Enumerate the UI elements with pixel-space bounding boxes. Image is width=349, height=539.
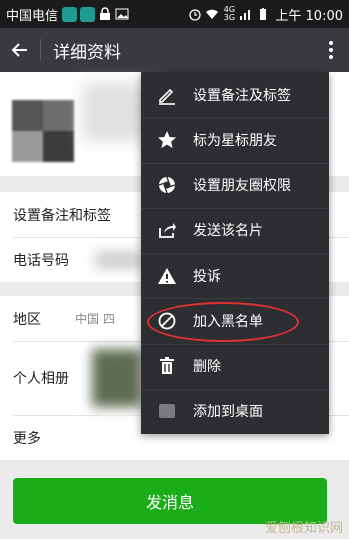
- pencil-icon: [157, 85, 177, 105]
- watermark: 爱刨根知识网: [264, 521, 343, 536]
- share-icon: [157, 220, 177, 240]
- avatar[interactable]: [12, 100, 74, 162]
- more-vertical-icon[interactable]: [327, 40, 335, 60]
- carrier-name: 中国电信: [6, 8, 59, 24]
- trash-icon: [157, 356, 177, 376]
- phone-value-blurred: [95, 251, 145, 269]
- remark-label: 设置备注和标签: [13, 207, 111, 224]
- wifi-icon: [206, 9, 219, 19]
- album-thumbnail: [92, 349, 142, 407]
- back-arrow-icon[interactable]: [0, 28, 40, 72]
- lock-icon: [100, 7, 111, 20]
- menu-item-send-card[interactable]: 发送该名片: [141, 207, 329, 253]
- region-value: 中国 四: [75, 312, 115, 326]
- menu-item-label: 标为星标朋友: [193, 132, 277, 149]
- menu-item-moments-permission[interactable]: 设置朋友圈权限: [141, 162, 329, 208]
- more-menu: 设置备注及标签 标为星标朋友 设置朋友圈权限 发送该名片 投诉 加入黑名单 删除…: [141, 72, 329, 434]
- menu-item-report[interactable]: 投诉: [141, 253, 329, 298]
- title-bar: 详细资料: [0, 28, 349, 72]
- page-title: 详细资料: [53, 42, 121, 63]
- signal-icon: [240, 10, 251, 20]
- status-bar: 中国电信 4G 3G 上午 10:00: [0, 0, 349, 28]
- desktop-icon: [157, 401, 177, 421]
- album-label: 个人相册: [13, 371, 69, 387]
- title-divider: [40, 39, 41, 61]
- highlight-ring: [147, 302, 299, 342]
- menu-item-delete[interactable]: 删除: [141, 343, 329, 389]
- menu-item-set-remark[interactable]: 设置备注及标签: [141, 72, 329, 117]
- camera-aperture-icon: [157, 175, 177, 195]
- menu-item-label: 设置朋友圈权限: [193, 178, 291, 195]
- menu-item-add-to-desktop[interactable]: 添加到桌面: [141, 388, 329, 434]
- menu-item-star-friend[interactable]: 标为星标朋友: [141, 117, 329, 162]
- phone-label: 电话号码: [13, 252, 69, 269]
- clock: 上午 10:00: [275, 8, 343, 24]
- menu-item-label: 添加到桌面: [193, 404, 263, 421]
- region-label: 地区: [13, 311, 41, 328]
- menu-item-label: 删除: [193, 359, 221, 376]
- network-bottom-label: 3G: [223, 13, 236, 22]
- network-type: 4G 3G: [222, 6, 236, 22]
- more-label: 更多: [13, 430, 41, 447]
- warning-icon: [157, 266, 177, 286]
- alarm-icon: [189, 9, 202, 21]
- app-notification-icon: [62, 6, 78, 22]
- menu-item-label: 发送该名片: [193, 223, 263, 240]
- app-notification-icon: [80, 6, 96, 22]
- star-icon: [157, 130, 177, 150]
- image-icon: [115, 8, 129, 20]
- menu-item-label: 设置备注及标签: [193, 87, 291, 104]
- battery-icon: [260, 8, 267, 20]
- menu-item-label: 投诉: [193, 268, 221, 285]
